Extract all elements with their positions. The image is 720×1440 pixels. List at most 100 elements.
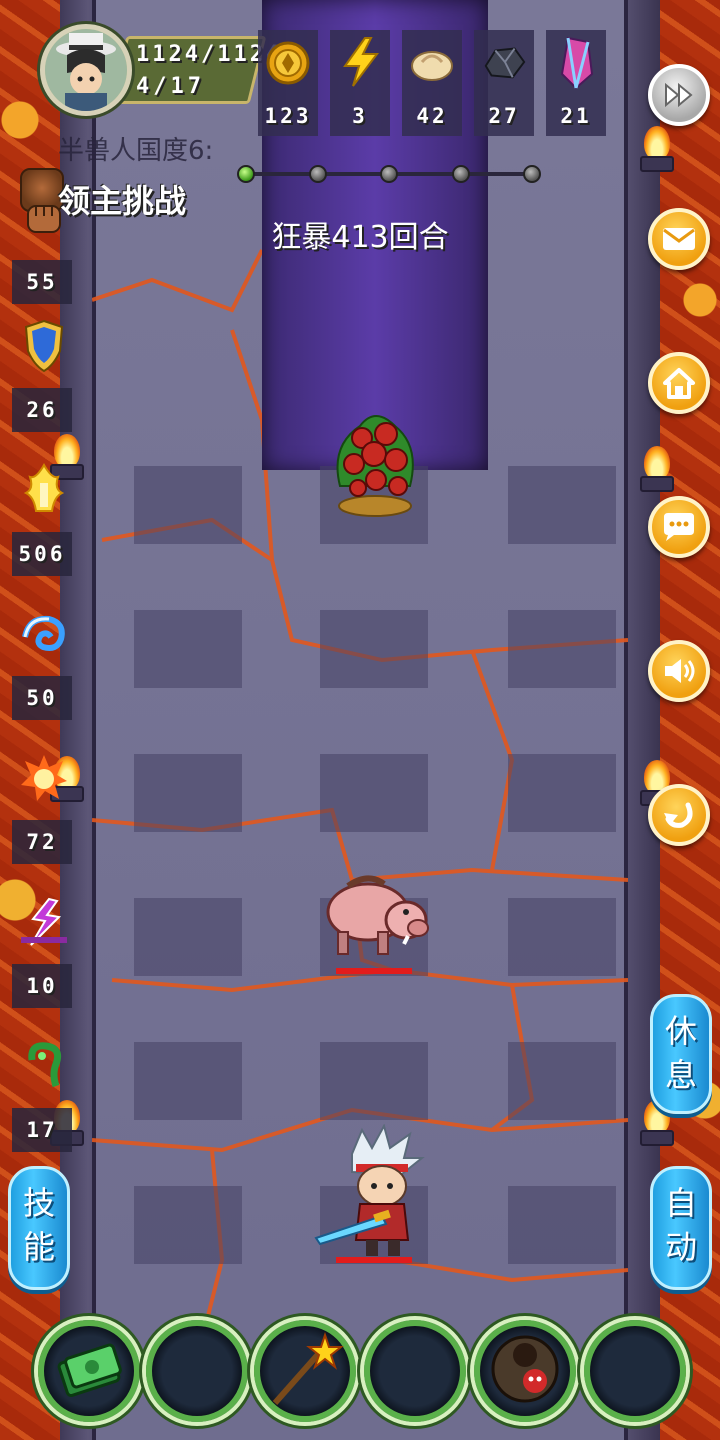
grid-cell[interactable] bbox=[134, 1042, 242, 1120]
grid-cell[interactable] bbox=[320, 754, 428, 832]
grid-cell[interactable] bbox=[508, 466, 616, 544]
hero-hp-fill bbox=[336, 1257, 412, 1263]
enemy-berry-bush[interactable] bbox=[320, 396, 430, 520]
grid-cell[interactable] bbox=[134, 754, 242, 832]
boar-hp-bar bbox=[336, 968, 412, 974]
stat-lightning: 10 bbox=[12, 888, 72, 1016]
boar-hp-fill bbox=[336, 968, 412, 974]
poison-icon bbox=[18, 1032, 70, 1100]
resource-coin: 123 bbox=[258, 30, 318, 136]
auto-button[interactable]: 自动 bbox=[650, 1166, 712, 1290]
berry-bush-icon bbox=[336, 415, 414, 517]
lightning-purple-icon bbox=[18, 888, 70, 956]
stat-water: 50 bbox=[12, 600, 72, 728]
skill-label-char: 技 bbox=[22, 1184, 55, 1222]
stat-attack: 55 bbox=[12, 184, 72, 312]
stat-holy-value: 506 bbox=[12, 532, 72, 576]
water-swirl-icon bbox=[18, 600, 70, 668]
bun-value: 42 bbox=[416, 104, 448, 128]
fist-stat-icon bbox=[18, 184, 70, 252]
stat-holy: 506 bbox=[12, 456, 72, 584]
mail-button[interactable] bbox=[648, 208, 710, 270]
torch-icon bbox=[636, 126, 676, 172]
rage-turns-text: 狂暴413回合 bbox=[271, 220, 449, 255]
stat-water-value: 50 bbox=[12, 676, 72, 720]
grid-cell[interactable] bbox=[134, 610, 242, 688]
grid-cell[interactable] bbox=[508, 1186, 616, 1264]
grid-cell[interactable] bbox=[508, 898, 616, 976]
ore-icon bbox=[480, 34, 528, 90]
star-staff-icon bbox=[265, 1329, 345, 1413]
auto-button-label: 自动 bbox=[653, 1181, 709, 1269]
crystal-icon bbox=[552, 34, 600, 90]
resource-ore: 27 bbox=[474, 30, 534, 136]
auto-label-char: 动 bbox=[664, 1228, 697, 1266]
stat-lightning-value: 10 bbox=[12, 964, 72, 1008]
stage-node bbox=[451, 165, 470, 183]
fast-forward-button[interactable] bbox=[648, 64, 710, 126]
grid-cell[interactable] bbox=[508, 754, 616, 832]
energy-value: 3 bbox=[352, 104, 368, 128]
fast-forward-icon bbox=[665, 82, 693, 108]
level-name: 半兽人国度6: bbox=[58, 136, 214, 166]
skill-slot[interactable] bbox=[474, 1320, 576, 1422]
stat-attack-value: 55 bbox=[12, 260, 72, 304]
grid-cell[interactable] bbox=[134, 898, 242, 976]
grid-cell[interactable] bbox=[320, 610, 428, 688]
player-hero[interactable] bbox=[312, 1123, 442, 1264]
speaker-icon bbox=[665, 659, 695, 683]
skill-slot[interactable] bbox=[584, 1320, 686, 1422]
sound-button[interactable] bbox=[648, 640, 710, 702]
return-button[interactable] bbox=[648, 784, 710, 846]
stage-node bbox=[380, 165, 398, 183]
rest-button[interactable]: 休息 bbox=[650, 994, 712, 1114]
skull-cannon-icon bbox=[485, 1329, 565, 1413]
stat-defense-value: 26 bbox=[12, 388, 72, 432]
coin-icon bbox=[264, 34, 312, 90]
resource-crystal: 21 bbox=[546, 30, 606, 136]
skill-slot[interactable] bbox=[38, 1320, 140, 1422]
fire-burst-icon bbox=[18, 744, 70, 812]
skill-button[interactable]: 技能 bbox=[8, 1166, 70, 1290]
crystal-value: 21 bbox=[560, 104, 592, 128]
rest-button-label: 休息 bbox=[653, 1009, 709, 1097]
resource-bun: 42 bbox=[402, 30, 462, 136]
skill-button-label: 技能 bbox=[11, 1181, 67, 1269]
shield-icon bbox=[18, 312, 70, 380]
grid-cell[interactable] bbox=[134, 1186, 242, 1264]
rest-label-char: 息 bbox=[664, 1056, 697, 1094]
skill-slot[interactable] bbox=[146, 1320, 248, 1422]
skill-slot[interactable] bbox=[254, 1320, 356, 1422]
grid-cell[interactable] bbox=[508, 1042, 616, 1120]
grid-cell[interactable] bbox=[320, 1042, 428, 1120]
bun-icon bbox=[408, 34, 456, 90]
rest-label-char: 休 bbox=[664, 1012, 697, 1050]
home-icon bbox=[663, 368, 695, 399]
hero-hp-bar bbox=[336, 1257, 412, 1263]
resource-energy: 3 bbox=[330, 30, 390, 136]
skill-label-char: 能 bbox=[22, 1228, 55, 1266]
stage-node bbox=[523, 165, 541, 183]
stat-fire: 72 bbox=[12, 744, 72, 872]
stat-fire-value: 72 bbox=[12, 820, 72, 864]
avatar-portrait-icon bbox=[45, 29, 127, 111]
skill-slot[interactable] bbox=[364, 1320, 466, 1422]
grid-cell[interactable] bbox=[508, 610, 616, 688]
stage-node bbox=[237, 165, 255, 183]
ore-value: 27 bbox=[488, 104, 520, 128]
hero-swordsman-icon bbox=[314, 1123, 425, 1256]
chat-button[interactable] bbox=[648, 496, 710, 558]
level-progress-value: 4/17 bbox=[136, 74, 205, 99]
home-button[interactable] bbox=[648, 352, 710, 414]
enemy-boar[interactable] bbox=[318, 866, 434, 960]
stat-defense: 26 bbox=[12, 312, 72, 440]
money-card-icon bbox=[54, 1341, 124, 1401]
holy-flame-icon bbox=[18, 456, 70, 524]
stat-poison: 17 bbox=[12, 1032, 72, 1160]
stat-poison-value: 17 bbox=[12, 1108, 72, 1152]
return-arrow-icon bbox=[664, 802, 693, 828]
player-avatar[interactable] bbox=[40, 24, 132, 116]
grid-cell[interactable] bbox=[134, 466, 242, 544]
coin-value: 123 bbox=[264, 104, 312, 128]
torch-icon bbox=[636, 446, 676, 492]
